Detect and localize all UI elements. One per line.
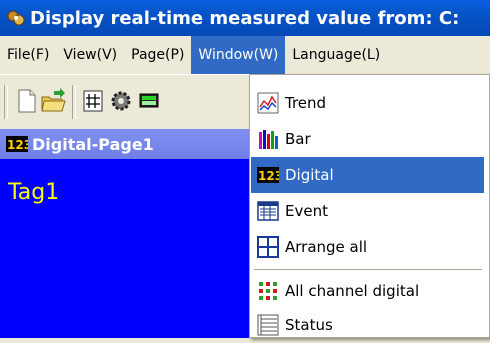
menu-window[interactable]: Window(W) (191, 36, 286, 74)
svg-text:123: 123 (7, 138, 28, 152)
display-icon[interactable] (136, 87, 162, 115)
menu-item-label: Status (285, 316, 333, 334)
menu-separator (254, 269, 482, 270)
child-window-title-bar[interactable]: 123 Digital-Page1 (0, 129, 250, 159)
toolbar-grip (4, 85, 8, 119)
open-folder-icon[interactable] (40, 87, 66, 115)
menu-item-arrange-all[interactable]: Arrange all (251, 229, 484, 265)
menu-language[interactable]: Language(L) (285, 36, 387, 74)
toolbar-separator (72, 85, 76, 119)
all-channel-icon (259, 282, 277, 300)
bar-icon (258, 129, 278, 149)
menu-item-label: Arrange all (285, 238, 368, 256)
digital-123-icon: 123 (6, 136, 28, 152)
window-menu-dropdown: Trend Bar 123 Digital Event Arrange all … (249, 74, 490, 338)
trend-icon (257, 92, 279, 114)
menu-item-label: Event (285, 202, 328, 220)
digital-icon: 123 (257, 167, 279, 183)
menu-item-label: Trend (285, 94, 327, 112)
grid-icon[interactable] (80, 87, 106, 115)
menu-item-label: Bar (285, 130, 311, 148)
tag-label: Tag1 (8, 180, 60, 205)
arrange-icon (257, 236, 279, 258)
event-icon (257, 201, 279, 221)
app-title-bar: Display real-time measured value from: C… (0, 0, 490, 36)
menu-file[interactable]: File(F) (0, 36, 56, 74)
menu-item-digital[interactable]: 123 Digital (251, 157, 484, 193)
menu-item-all-channel-digital[interactable]: All channel digital (251, 273, 484, 309)
new-file-icon[interactable] (14, 87, 40, 115)
status-icon (257, 314, 279, 336)
svg-text:123: 123 (258, 169, 279, 183)
menu-bar: File(F) View(V) Page(P) Window(W) Langua… (0, 36, 490, 74)
window-title: Display real-time measured value from: C… (30, 7, 460, 29)
menu-item-trend[interactable]: Trend (251, 85, 484, 121)
menu-page[interactable]: Page(P) (124, 36, 191, 74)
menu-item-label: Digital (285, 166, 334, 184)
menu-view[interactable]: View(V) (56, 36, 124, 74)
settings-gear-icon[interactable] (108, 87, 134, 115)
app-icon (7, 10, 25, 26)
menu-item-event[interactable]: Event (251, 193, 484, 229)
menu-item-label: All channel digital (285, 282, 420, 300)
menu-item-bar[interactable]: Bar (251, 121, 484, 157)
child-window-title: Digital-Page1 (32, 134, 154, 154)
